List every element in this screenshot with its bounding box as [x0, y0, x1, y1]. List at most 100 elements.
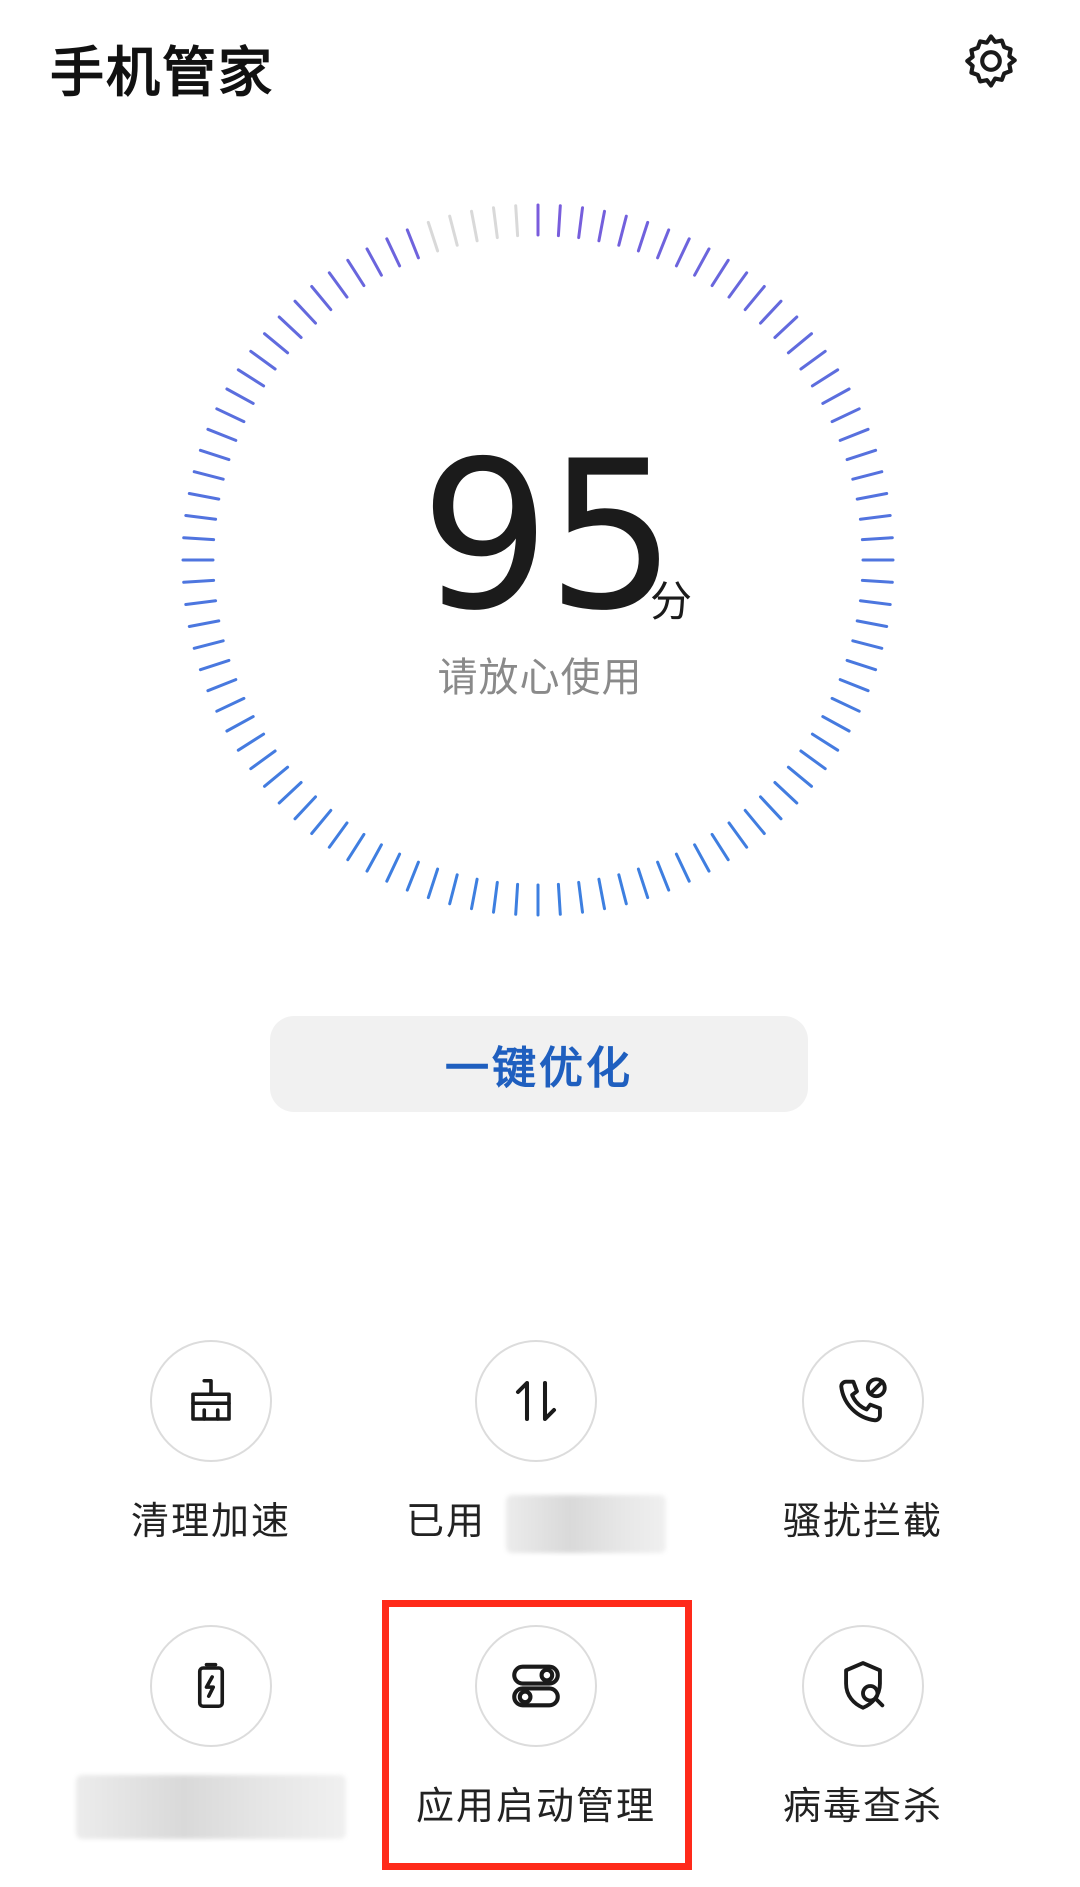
gauge-tick-active	[405, 860, 420, 892]
tool-battery[interactable]	[61, 1625, 361, 1839]
gauge-tick-active	[636, 867, 650, 900]
gauge-tick-active	[674, 237, 691, 268]
gauge-tick-active	[577, 206, 584, 240]
gauge-tick-active	[225, 715, 255, 733]
gauge-tick-active	[656, 860, 671, 892]
gauge-tick-active	[556, 204, 562, 238]
gauge-tick-active	[860, 536, 894, 542]
gauge-tick-active	[346, 832, 366, 862]
gauge-tick-active	[759, 299, 783, 325]
gauge-tick-active	[821, 387, 851, 405]
gauge-tick-active	[674, 852, 691, 883]
data-transfer-icon	[515, 1380, 557, 1422]
gauge-tick-active	[346, 258, 366, 288]
gauge-tick-active	[577, 880, 584, 914]
tool-label: 病毒查杀	[782, 1784, 943, 1828]
gauge-tick-active	[617, 214, 628, 247]
tool-label: 应用启动管理	[415, 1784, 656, 1828]
gauge-tick-active	[858, 599, 892, 606]
gauge-tick-active	[187, 492, 221, 501]
gauge-tick-active	[830, 407, 861, 424]
gauge-tick-active	[236, 732, 266, 752]
gauge-tick-inactive	[470, 209, 479, 243]
tool-data-usage[interactable]: 已用	[386, 1340, 686, 1553]
tool-label: 已用	[386, 1490, 686, 1553]
gauge-tick-inactive	[492, 206, 499, 240]
gauge-tick-active	[249, 349, 277, 371]
tool-virus-scan[interactable]: 病毒查杀	[713, 1625, 1013, 1830]
app-title: 手机管家	[50, 41, 274, 104]
gauge-tick-active	[851, 470, 884, 481]
tool-data-usage-circle[interactable]	[475, 1340, 597, 1462]
gauge-tick-active	[263, 332, 290, 355]
settings-button[interactable]	[955, 25, 1027, 97]
gauge-tick-active	[385, 852, 402, 883]
gauge-tick-active	[277, 315, 303, 339]
gauge-tick-active	[405, 228, 420, 260]
tool-battery-circle[interactable]	[150, 1625, 272, 1747]
optimize-button[interactable]: 一键优化	[270, 1016, 808, 1112]
gauge-tick-inactive	[514, 204, 520, 238]
gauge-tick-active	[365, 843, 383, 873]
gauge-tick-active	[597, 877, 606, 911]
gauge-tick-active	[556, 882, 562, 916]
gauge-tick-active	[310, 808, 333, 835]
tool-app-launch-manager-circle[interactable]	[475, 1625, 597, 1747]
redacted-value	[506, 1494, 667, 1553]
gauge-tick-active	[773, 781, 799, 805]
gauge-tick-active	[448, 873, 459, 906]
tool-label	[61, 1775, 361, 1839]
tool-harassment-block-circle[interactable]	[802, 1340, 924, 1462]
gauge-tick-active	[426, 867, 440, 900]
gauge-tick-active	[277, 781, 303, 805]
redacted-value	[76, 1775, 346, 1839]
gauge-tick-active	[727, 271, 749, 299]
gauge-tick-active	[799, 749, 827, 771]
gauge-tick-active	[821, 715, 851, 733]
tool-clean-speedup[interactable]: 清理加速	[61, 1340, 361, 1545]
gauge-tick-active	[310, 285, 333, 312]
gauge-tick-active	[786, 765, 813, 788]
tool-clean-speedup-circle[interactable]	[150, 1340, 272, 1462]
gauge-tick-active	[249, 749, 277, 771]
tool-label: 骚扰拦截	[782, 1499, 943, 1543]
gauge-tick-active	[845, 448, 878, 462]
gauge-tick-active	[184, 599, 218, 606]
gauge-tick-active	[385, 237, 402, 268]
gauge-tick-active	[860, 578, 894, 584]
gauge-tick-active	[810, 368, 840, 388]
battery-charging-icon	[197, 1662, 225, 1709]
gauge-tick-active	[215, 407, 246, 424]
tool-data-usage-text: 已用	[405, 1499, 486, 1543]
tool-app-launch-manager[interactable]: 应用启动管理	[386, 1625, 686, 1830]
tool-virus-scan-circle[interactable]	[802, 1625, 924, 1747]
gauge-tick-active	[182, 536, 216, 542]
gear-icon	[965, 34, 1017, 88]
gauge-tick-active	[327, 821, 349, 849]
gauge-tick-active	[293, 299, 317, 325]
gauge-tick-active	[492, 880, 499, 914]
tool-harassment-block[interactable]: 骚扰拦截	[713, 1340, 1013, 1545]
tool-label: 清理加速	[130, 1499, 291, 1543]
gauge-tick-active	[743, 285, 766, 312]
gauge-tick-active	[263, 765, 290, 788]
gauge-tick-active	[365, 247, 383, 277]
shield-search-icon	[844, 1661, 885, 1710]
gauge-tick-active	[693, 843, 711, 873]
gauge-tick-inactive	[426, 220, 440, 253]
gauge-tick-active	[710, 832, 730, 862]
phone-block-icon	[839, 1377, 887, 1423]
gauge-tick-active	[710, 258, 730, 288]
gauge-tick-active	[759, 795, 783, 821]
gauge-tick-active	[838, 427, 870, 442]
gauge-tick-active	[786, 332, 813, 355]
gauge-tick-active	[236, 368, 266, 388]
broom-icon	[191, 1378, 231, 1421]
score-value: 95	[420, 418, 677, 656]
gauge-tick-active	[743, 808, 766, 835]
gauge-tick-active	[656, 228, 671, 260]
gauge-tick-inactive	[448, 214, 459, 247]
gauge-tick-active	[693, 247, 711, 277]
gauge-tick-active	[858, 514, 892, 521]
gauge-tick-active	[597, 209, 606, 243]
